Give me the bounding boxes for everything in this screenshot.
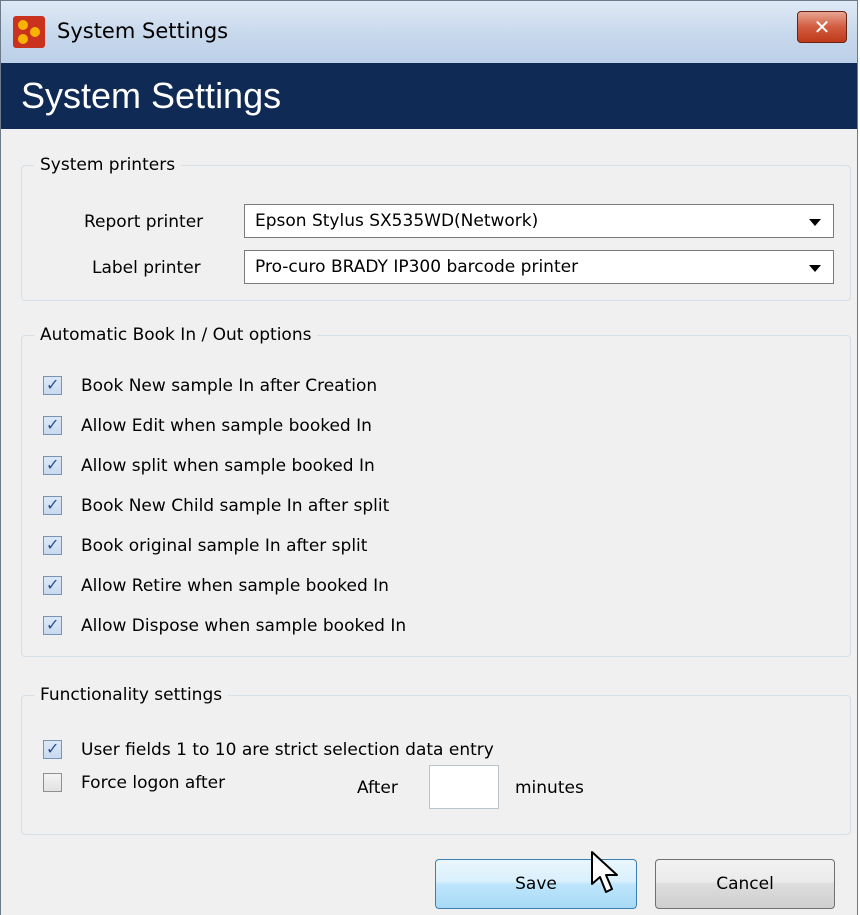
system-printers-title: System printers xyxy=(34,152,182,178)
report-printer-value: Epson Stylus SX535WD(Network) xyxy=(255,211,539,231)
label-printer-label: Label printer xyxy=(92,258,201,278)
minutes-label: minutes xyxy=(515,778,584,798)
checkmark-icon: ✓ xyxy=(46,455,60,474)
force-logon-label: Force logon after xyxy=(81,773,226,793)
close-button[interactable]: ✕ xyxy=(797,11,847,43)
label-printer-select[interactable]: Pro-curo BRADY IP300 barcode printer xyxy=(244,250,834,284)
checkmark-icon: ✓ xyxy=(46,575,60,594)
checkmark-icon: ✓ xyxy=(46,415,60,434)
strict-selection-label: User fields 1 to 10 are strict selection… xyxy=(81,740,494,760)
book-option-label: Allow Dispose when sample booked In xyxy=(81,616,407,636)
functionality-title: Functionality settings xyxy=(34,682,229,708)
window-title: System Settings xyxy=(57,19,229,43)
chevron-down-icon xyxy=(809,219,821,226)
book-option-checkbox[interactable]: ✓ xyxy=(43,615,62,635)
book-option-label: Allow split when sample booked In xyxy=(81,456,375,476)
report-printer-select[interactable]: Epson Stylus SX535WD(Network) xyxy=(244,204,834,238)
close-icon: ✕ xyxy=(813,15,831,39)
book-option-label: Book original sample In after split xyxy=(81,536,368,556)
cancel-button[interactable]: Cancel xyxy=(655,859,835,909)
checkmark-icon: ✓ xyxy=(46,615,60,634)
force-logon-checkbox[interactable] xyxy=(43,773,62,792)
app-icon xyxy=(13,16,45,48)
book-option-label: Book New sample In after Creation xyxy=(81,376,378,396)
checkmark-icon: ✓ xyxy=(46,739,60,758)
system-settings-window: System Settings ✕ System Settings System… xyxy=(0,0,858,915)
mouse-pointer-icon xyxy=(591,851,618,893)
page-title: System Settings xyxy=(21,75,282,116)
label-printer-value: Pro-curo BRADY IP300 barcode printer xyxy=(255,257,579,277)
checkmark-icon: ✓ xyxy=(46,535,60,554)
book-option-checkbox[interactable]: ✓ xyxy=(43,415,62,435)
checkmark-icon: ✓ xyxy=(46,495,60,514)
chevron-down-icon xyxy=(809,265,821,272)
book-option-label: Book New Child sample In after split xyxy=(81,496,390,516)
minutes-input[interactable] xyxy=(429,765,499,809)
header-banner: System Settings xyxy=(1,63,857,129)
book-option-label: Allow Retire when sample booked In xyxy=(81,576,389,596)
book-option-checkbox[interactable]: ✓ xyxy=(43,575,62,595)
report-printer-label: Report printer xyxy=(84,212,204,232)
book-options-title: Automatic Book In / Out options xyxy=(34,322,318,348)
checkmark-icon: ✓ xyxy=(46,375,60,394)
after-label: After xyxy=(357,778,398,798)
book-option-label: Allow Edit when sample booked In xyxy=(81,416,372,436)
book-option-checkbox[interactable]: ✓ xyxy=(43,535,62,555)
settings-content: System printers Report printer Epson Sty… xyxy=(1,129,857,915)
book-option-checkbox[interactable]: ✓ xyxy=(43,455,62,475)
book-option-checkbox[interactable]: ✓ xyxy=(43,495,62,515)
strict-selection-checkbox[interactable]: ✓ xyxy=(43,739,62,759)
title-bar[interactable]: System Settings ✕ xyxy=(1,1,857,64)
book-option-checkbox[interactable]: ✓ xyxy=(43,375,62,395)
system-printers-group: System printers Report printer Epson Sty… xyxy=(21,152,851,301)
